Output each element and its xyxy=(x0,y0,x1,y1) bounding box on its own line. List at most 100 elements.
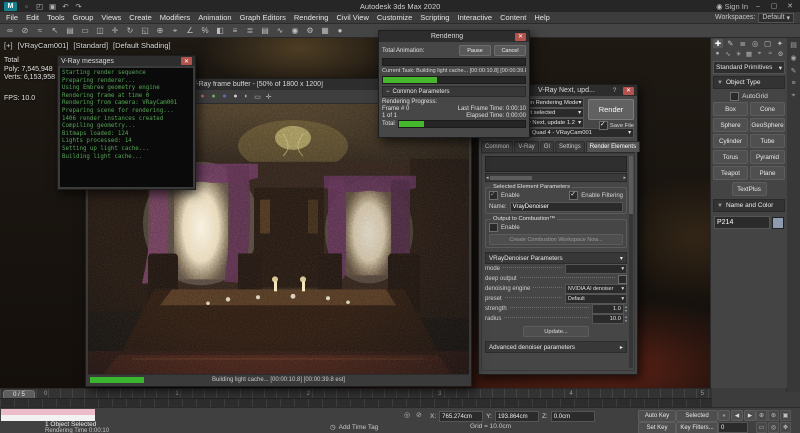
deep-output-checkbox[interactable] xyxy=(618,275,627,284)
menu-edit[interactable]: Edit xyxy=(22,13,43,22)
menu-customize[interactable]: Customize xyxy=(373,13,416,22)
panel-scrollbar[interactable] xyxy=(629,156,633,368)
helpers-icon[interactable]: ⌖ xyxy=(755,50,764,58)
create-combustion-workspace-button[interactable]: Create Combustion Workspace Now... xyxy=(489,234,623,245)
object-type-torus[interactable]: Torus xyxy=(713,150,748,164)
close-icon[interactable]: ✕ xyxy=(623,87,634,95)
close-icon[interactable]: ✕ xyxy=(515,33,526,41)
pause-button[interactable]: Pause xyxy=(459,45,491,56)
auto-key-button[interactable]: Auto Key xyxy=(638,410,676,422)
display-tab-icon[interactable]: ▢ xyxy=(763,39,773,48)
menu-animation[interactable]: Animation xyxy=(194,13,235,22)
object-type-cone[interactable]: Cone xyxy=(750,102,785,116)
current-frame-field[interactable]: 0 xyxy=(718,422,748,433)
add-time-tag[interactable]: ◷Add Time Tag xyxy=(330,423,378,431)
strength-spinner[interactable]: 1.0 xyxy=(592,304,624,314)
geometry-icon[interactable]: ● xyxy=(713,50,722,58)
play-button[interactable]: ▶ xyxy=(744,410,756,421)
layers-dock-icon[interactable]: ▤ xyxy=(788,41,799,49)
menu-modifiers[interactable]: Modifiers xyxy=(156,13,194,22)
track-mouse-icon[interactable]: ✛ xyxy=(263,93,274,101)
maxscript-mini-listener[interactable] xyxy=(1,415,95,421)
workspaces-dropdown[interactable]: Default ▾ xyxy=(758,13,794,23)
workspaces-selector[interactable]: Workspaces: Default ▾ xyxy=(715,13,798,23)
vray-messages-log[interactable]: Starting render sequencePreparing render… xyxy=(60,68,193,187)
red-channel-icon[interactable]: ● xyxy=(197,93,208,101)
mode-dropdown[interactable]: ▾ xyxy=(565,264,627,274)
menu-interactive[interactable]: Interactive xyxy=(453,13,496,22)
select-place-icon[interactable]: ⊕ xyxy=(153,26,167,35)
help-icon[interactable]: ? xyxy=(609,87,620,94)
create-tab-icon[interactable]: ✚ xyxy=(713,39,723,48)
preset-dropdown[interactable]: Default▾ xyxy=(565,294,627,304)
redo-icon[interactable]: ↷ xyxy=(73,2,84,11)
enable-filtering-checkbox[interactable] xyxy=(569,191,578,200)
zoom-region-icon[interactable]: ▭ xyxy=(756,422,767,433)
object-type-textplus[interactable]: TextPlus xyxy=(732,182,767,196)
new-scene-icon[interactable]: ▫ xyxy=(21,2,32,11)
bind-spacewarp-icon[interactable]: ≈ xyxy=(33,26,47,35)
curve-editor-icon[interactable]: ∿ xyxy=(273,26,287,35)
title-bar[interactable]: M ▫◰▣↶↷ Autodesk 3ds Max 2020 ◉Sign In –… xyxy=(0,0,800,12)
object-type-plane[interactable]: Plane xyxy=(750,166,785,180)
motion-tab-icon[interactable]: ◎ xyxy=(750,39,760,48)
previous-frame-icon[interactable]: ◀ xyxy=(731,410,743,421)
lights-icon[interactable]: ☀ xyxy=(734,50,743,58)
radius-spinner[interactable]: 10.0 xyxy=(592,314,624,324)
select-scale-icon[interactable]: ◱ xyxy=(138,26,152,35)
rollout-name-color[interactable]: ▼ Name and Color xyxy=(713,199,785,212)
element-enable-checkbox[interactable] xyxy=(489,191,498,200)
save-file-icon[interactable]: ▣ xyxy=(47,2,58,11)
render-elements-list[interactable] xyxy=(485,156,627,172)
modifier-dock-icon[interactable]: ✎ xyxy=(788,67,799,75)
zoom-extents-icon[interactable]: ▣ xyxy=(780,410,791,421)
select-link-icon[interactable]: ∞ xyxy=(3,26,17,35)
menu-scripting[interactable]: Scripting xyxy=(416,13,453,22)
sign-in-button[interactable]: ◉Sign In xyxy=(716,2,748,11)
viewport-general-menu[interactable]: [+] xyxy=(4,41,13,50)
snap-dock-icon[interactable]: ⌖ xyxy=(788,92,799,100)
menu-file[interactable]: File xyxy=(2,13,22,22)
blue-channel-icon[interactable]: ● xyxy=(219,93,230,101)
menu-create[interactable]: Create xyxy=(125,13,156,22)
rollout-object-type[interactable]: ▼ Object Type xyxy=(713,76,785,89)
combustion-enable-checkbox[interactable] xyxy=(489,223,498,232)
render-button[interactable]: Render xyxy=(588,99,634,120)
selection-region-icon[interactable]: ▭ xyxy=(78,26,92,35)
monochrome-icon[interactable]: ◐ xyxy=(241,93,252,101)
align-dock-icon[interactable]: ≡ xyxy=(788,80,799,87)
tab-vray[interactable]: V-Ray xyxy=(514,141,538,152)
z-coordinate-field[interactable]: 0.0cm xyxy=(551,411,595,422)
layer-manager-icon[interactable]: ▤ xyxy=(258,26,272,35)
hierarchy-tab-icon[interactable]: ≣ xyxy=(738,39,748,48)
close-icon[interactable]: ✕ xyxy=(181,57,192,65)
menu-rendering[interactable]: Rendering xyxy=(290,13,333,22)
menu-help[interactable]: Help xyxy=(530,13,553,22)
menu-content[interactable]: Content xyxy=(496,13,530,22)
isolate-selection-icon[interactable]: ◎ xyxy=(404,411,410,419)
vray-messages-title-bar[interactable]: V-Ray messages ✕ xyxy=(58,56,195,66)
selection-set-dropdown[interactable]: Selected xyxy=(676,410,718,422)
menu-group[interactable]: Group xyxy=(69,13,98,22)
zoom-icon[interactable]: ⊕ xyxy=(756,410,767,421)
rendering-dialog-title-bar[interactable]: Rendering ✕ xyxy=(379,31,529,42)
viewport-render-style-menu[interactable]: [Standard] xyxy=(73,41,108,50)
select-move-icon[interactable]: ✛ xyxy=(108,26,122,35)
x-coordinate-field[interactable]: 765.274cm xyxy=(439,411,483,422)
object-name-field[interactable]: P214 xyxy=(714,216,770,229)
element-name-input[interactable]: VrayDenoiser xyxy=(510,202,623,212)
render-production-icon[interactable]: ● xyxy=(333,26,347,35)
go-to-start-icon[interactable]: « xyxy=(718,410,730,421)
region-render-icon[interactable]: ▭ xyxy=(252,93,263,101)
menu-civil-view[interactable]: Civil View xyxy=(332,13,372,22)
unlink-icon[interactable]: ⊘ xyxy=(18,26,32,35)
percent-snap-icon[interactable]: % xyxy=(198,26,212,35)
select-rotate-icon[interactable]: ↻ xyxy=(123,26,137,35)
max-logo-icon[interactable]: M xyxy=(4,2,17,11)
update-button[interactable]: Update... xyxy=(523,326,589,337)
undo-icon[interactable]: ↶ xyxy=(60,2,71,11)
y-coordinate-field[interactable]: 193.864cm xyxy=(495,411,539,422)
spinner-arrows-icon[interactable]: ▴▾ xyxy=(625,305,627,313)
scene-explorer-icon[interactable]: ≣ xyxy=(243,26,257,35)
snap-toggle-icon[interactable]: ⌖ xyxy=(168,26,182,36)
